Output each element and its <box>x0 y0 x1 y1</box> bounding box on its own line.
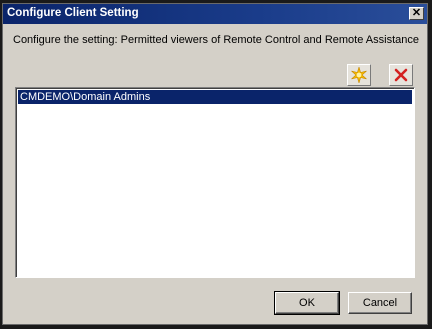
starburst-new-icon <box>351 67 367 83</box>
close-icon: ✕ <box>411 7 422 19</box>
instruction-text: Configure the setting: Permitted viewers… <box>13 34 419 46</box>
configure-client-setting-dialog: Configure Client Setting ✕ Configure the… <box>2 3 428 325</box>
delete-viewer-button[interactable] <box>389 64 413 86</box>
new-viewer-button[interactable] <box>347 64 371 86</box>
red-x-delete-icon <box>394 68 408 82</box>
list-item[interactable]: CMDEMO\Domain Admins <box>18 90 412 104</box>
window-title: Configure Client Setting <box>7 7 139 19</box>
permitted-viewers-list[interactable]: CMDEMO\Domain Admins <box>15 87 415 278</box>
ok-button[interactable]: OK <box>274 291 340 315</box>
close-button[interactable]: ✕ <box>409 7 424 20</box>
cancel-button[interactable]: Cancel <box>348 292 412 314</box>
title-bar[interactable]: Configure Client Setting ✕ <box>3 4 427 24</box>
